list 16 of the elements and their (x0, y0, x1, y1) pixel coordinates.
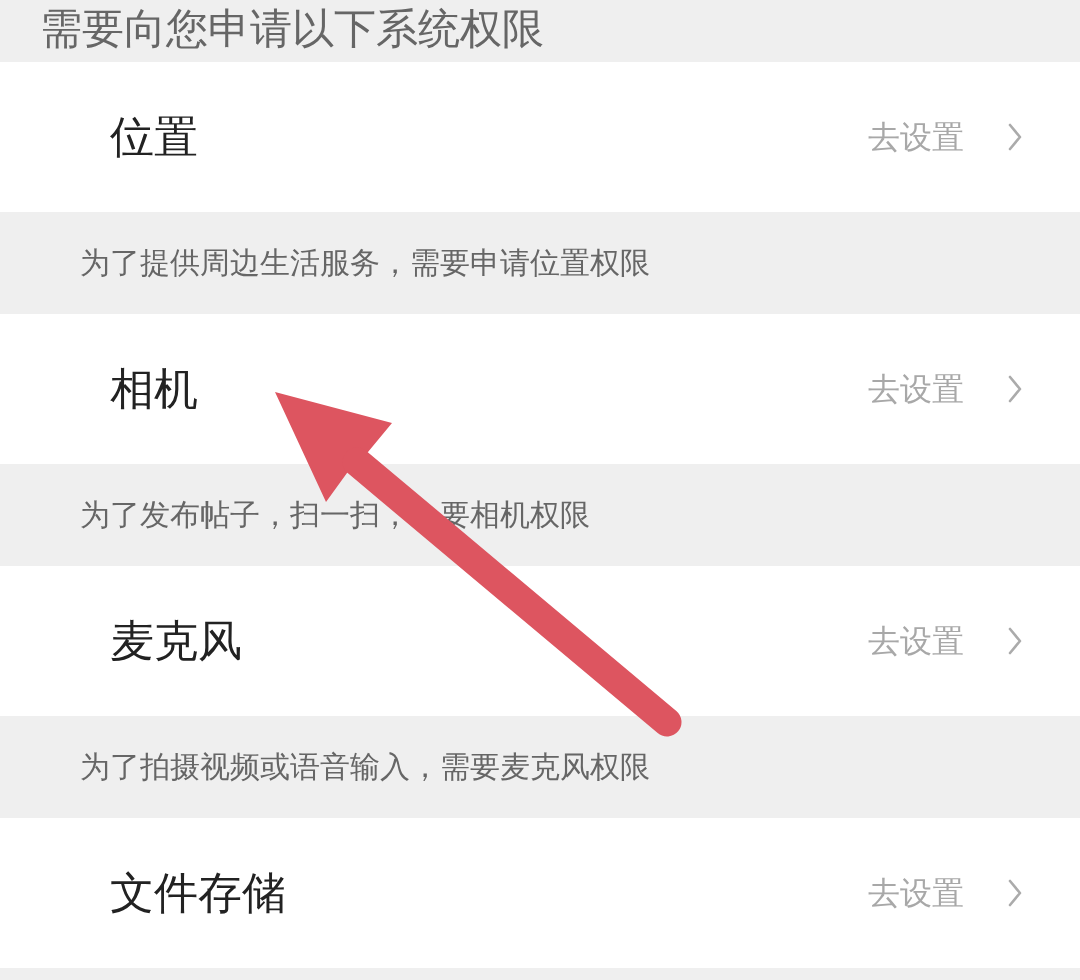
chevron-right-icon (1008, 879, 1022, 907)
permission-title: 位置 (110, 111, 198, 163)
list-row[interactable]: 相机 去设置 (0, 314, 1080, 464)
permission-title: 文件存储 (110, 867, 286, 919)
permission-description: 为了拍摄视频或语音输入，需要麦克风权限 (80, 749, 650, 785)
permission-title: 相机 (110, 363, 198, 415)
list-row[interactable]: 麦克风 去设置 (0, 566, 1080, 716)
chevron-right-icon (1008, 627, 1022, 655)
section-header: 需要向您申请以下系统权限 (40, 5, 544, 52)
permission-title: 麦克风 (110, 615, 242, 667)
list-row[interactable]: 文件存储 去设置 (0, 818, 1080, 968)
permission-description: 为了发布帖子，扫一扫， (80, 497, 410, 533)
chevron-right-icon (1008, 375, 1022, 403)
permission-description: 为了提供周边生活服务，需要申请位置权限 (80, 245, 650, 281)
chevron-right-icon (1008, 123, 1022, 151)
list-row[interactable]: 位置 去设置 (0, 62, 1080, 212)
